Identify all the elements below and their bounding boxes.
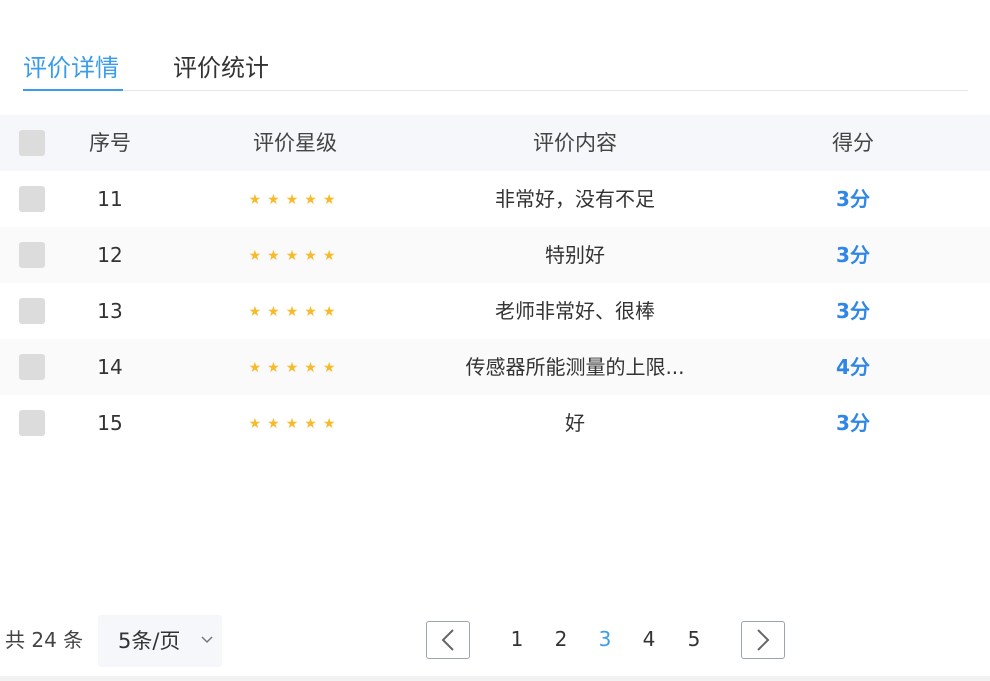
star-icon: ★	[304, 191, 323, 208]
page-number-3[interactable]: 3	[590, 623, 620, 655]
star-icon: ★	[322, 415, 342, 432]
star-icon: ★	[267, 303, 286, 320]
table-body: 11 ★★★★★ 非常好，没有不足 3分 12 ★★★★★ 特别好 3分 13 ★★★★★ 老师非常…	[0, 171, 990, 451]
bottom-divider	[0, 676, 990, 681]
row-index: 14	[97, 355, 123, 379]
row-checkbox-cell	[18, 227, 46, 283]
row-checkbox-cell	[18, 283, 46, 339]
active-tab-indicator	[23, 89, 123, 91]
row-score: 3分	[836, 187, 870, 211]
chevron-left-icon	[441, 629, 454, 651]
page-size-value: 5条/页	[118, 629, 181, 653]
row-content: 老师非常好、很棒	[495, 299, 655, 323]
star-rating: ★★★★★	[249, 340, 342, 396]
star-icon: ★	[267, 359, 286, 376]
tab-bar: 评价详情 评价统计	[23, 48, 968, 91]
row-score: 4分	[836, 355, 870, 379]
row-stars: ★★★★★	[195, 395, 395, 451]
page-number-4[interactable]: 4	[634, 623, 664, 655]
row-stars: ★★★★★	[195, 283, 395, 339]
star-icon: ★	[322, 247, 342, 264]
total-count: 共 24 条	[5, 628, 84, 652]
header-score: 得分	[832, 131, 874, 155]
star-icon: ★	[248, 191, 268, 208]
chevron-right-icon	[757, 629, 770, 651]
row-checkbox[interactable]	[19, 410, 45, 436]
table-header-row: 序号 评价星级 评价内容 得分	[0, 115, 990, 171]
next-page-button[interactable]	[741, 621, 785, 659]
star-icon: ★	[248, 359, 268, 376]
header-stars: 评价星级	[253, 131, 337, 155]
row-stars: ★★★★★	[195, 339, 395, 395]
star-rating: ★★★★★	[249, 172, 342, 228]
star-rating: ★★★★★	[249, 284, 342, 340]
evaluation-page: 评价详情 评价统计 序号 评价星级 评价内容 得分 11 ★★★★★ 非常好，没有不…	[0, 0, 990, 681]
star-icon: ★	[285, 247, 305, 264]
star-icon: ★	[304, 359, 323, 376]
row-score: 3分	[836, 299, 870, 323]
page-number-5[interactable]: 5	[679, 623, 709, 655]
row-index: 11	[97, 187, 123, 211]
page-number-1[interactable]: 1	[502, 623, 532, 655]
tab-evaluation-statistics[interactable]: 评价统计	[173, 52, 269, 84]
star-icon: ★	[248, 303, 268, 320]
row-index: 12	[97, 243, 123, 267]
star-rating: ★★★★★	[249, 396, 342, 452]
row-index: 15	[97, 411, 123, 435]
star-icon: ★	[267, 247, 286, 264]
row-content: 好	[565, 411, 585, 435]
row-checkbox[interactable]	[19, 354, 45, 380]
row-content: 非常好，没有不足	[495, 187, 655, 211]
header-checkbox-cell	[18, 115, 46, 171]
star-icon: ★	[322, 303, 342, 320]
table-row: 14 ★★★★★ 传感器所能测量的上限... 4分	[0, 339, 990, 395]
row-checkbox-cell	[18, 171, 46, 227]
table-row: 13 ★★★★★ 老师非常好、很棒 3分	[0, 283, 990, 339]
header-content: 评价内容	[533, 131, 617, 155]
tab-evaluation-details[interactable]: 评价详情	[23, 52, 119, 84]
row-stars: ★★★★★	[195, 227, 395, 283]
chevron-down-icon	[201, 636, 213, 644]
table-row: 12 ★★★★★ 特别好 3分	[0, 227, 990, 283]
star-icon: ★	[285, 415, 305, 432]
star-icon: ★	[285, 191, 305, 208]
row-content: 特别好	[545, 243, 605, 267]
page-size-select[interactable]: 5条/页	[98, 615, 222, 667]
row-index: 13	[97, 299, 123, 323]
star-icon: ★	[304, 415, 323, 432]
select-all-checkbox[interactable]	[19, 129, 45, 156]
row-checkbox-cell	[18, 395, 46, 451]
header-index: 序号	[89, 131, 131, 155]
star-icon: ★	[322, 359, 342, 376]
row-checkbox-cell	[18, 339, 46, 395]
star-icon: ★	[267, 415, 286, 432]
star-icon: ★	[248, 415, 268, 432]
evaluation-table: 序号 评价星级 评价内容 得分 11 ★★★★★ 非常好，没有不足 3分 12 ★★★★★…	[0, 115, 990, 451]
table-row: 11 ★★★★★ 非常好，没有不足 3分	[0, 171, 990, 227]
pagination: 共 24 条 5条/页 12345	[0, 615, 990, 667]
star-icon: ★	[304, 303, 323, 320]
star-rating: ★★★★★	[249, 228, 342, 284]
row-checkbox[interactable]	[19, 242, 45, 268]
star-icon: ★	[267, 191, 286, 208]
row-content: 传感器所能测量的上限...	[465, 355, 685, 379]
row-checkbox[interactable]	[19, 186, 45, 212]
star-icon: ★	[285, 359, 305, 376]
star-icon: ★	[248, 247, 268, 264]
row-stars: ★★★★★	[195, 171, 395, 227]
star-icon: ★	[322, 191, 342, 208]
row-score: 3分	[836, 243, 870, 267]
star-icon: ★	[304, 247, 323, 264]
table-row: 15 ★★★★★ 好 3分	[0, 395, 990, 451]
star-icon: ★	[285, 303, 305, 320]
page-number-2[interactable]: 2	[546, 623, 576, 655]
prev-page-button[interactable]	[426, 621, 470, 659]
row-score: 3分	[836, 411, 870, 435]
row-checkbox[interactable]	[19, 298, 45, 324]
